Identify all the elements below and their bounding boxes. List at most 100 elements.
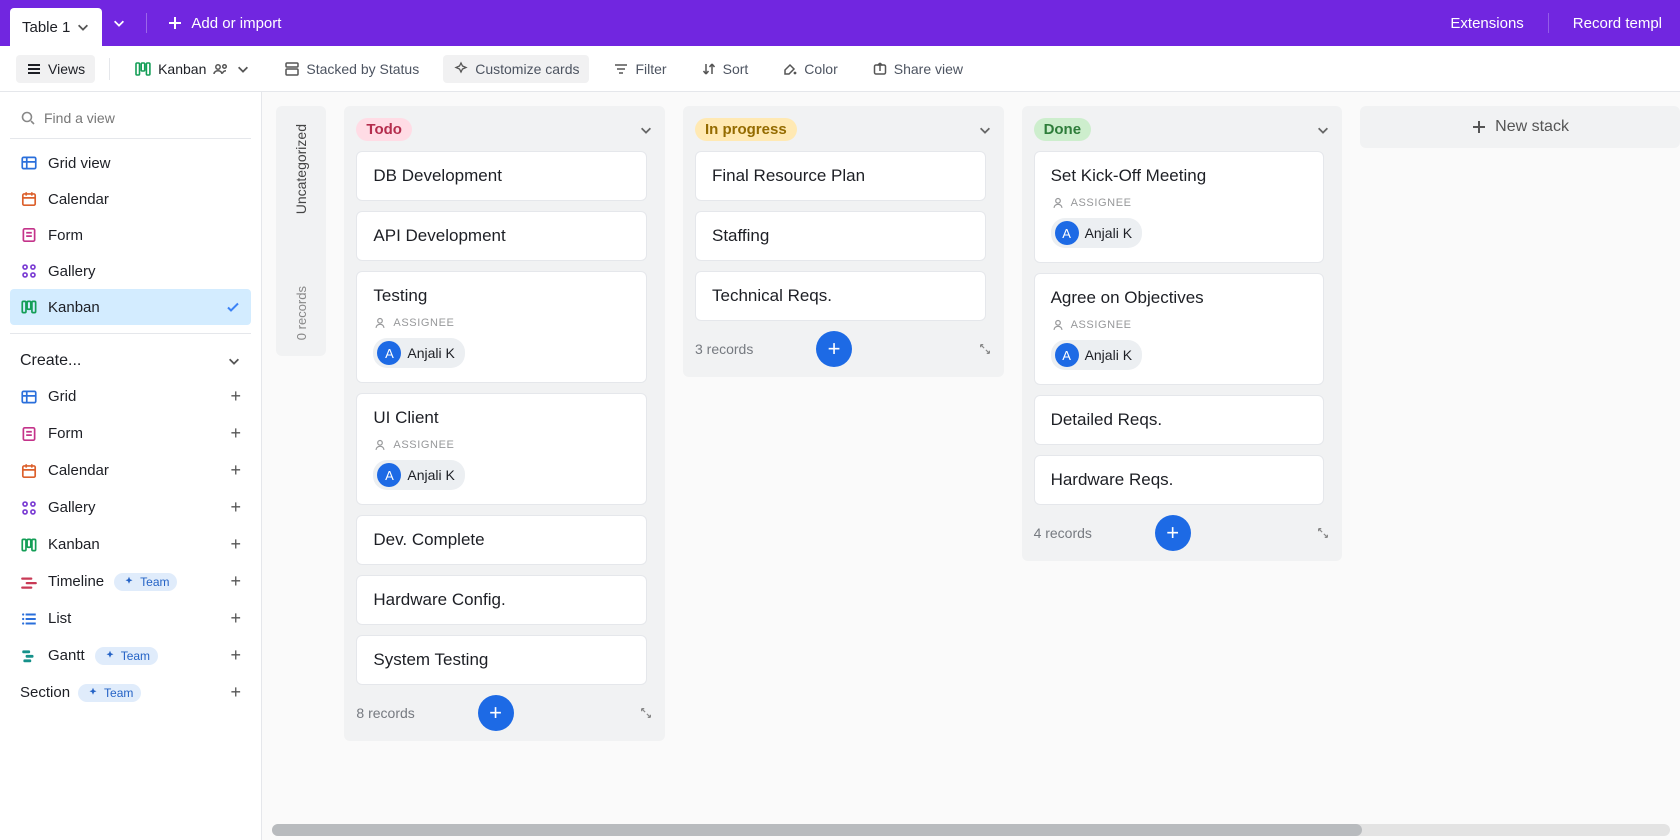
card[interactable]: Set Kick-Off MeetingASSIGNEE AAnjali K [1034,151,1325,263]
create-form[interactable]: Form+ [10,415,251,452]
people-icon [212,60,230,78]
filter-button[interactable]: Filter [603,55,676,83]
assignee-chip: A Anjali K [1051,218,1142,248]
status-pill: In progress [695,118,797,141]
create-timeline[interactable]: TimelineTeam+ [10,563,251,600]
chevron-down-icon [227,354,241,368]
create-calendar[interactable]: Calendar+ [10,452,251,489]
collapse-icon [639,706,653,720]
plus-icon [167,15,183,31]
record-count: 3 records [695,341,753,357]
card[interactable]: Technical Reqs. [695,271,986,321]
card[interactable]: Staffing [695,211,986,261]
uncategorized-column[interactable]: Uncategorized0 records [276,106,326,356]
status-pill: Todo [356,118,412,141]
share-view-button[interactable]: Share view [862,55,973,83]
sparkle-icon [103,649,117,663]
add-section-button[interactable]: + [230,682,241,703]
card-title: Dev. Complete [373,530,630,550]
create-section-toggle[interactable]: Create... [10,340,251,378]
extensions-button[interactable]: Extensions [1440,6,1533,40]
create-item-label: Kanban [48,536,100,553]
assignee-label: ASSIGNEE [1051,318,1308,332]
column-menu[interactable] [639,123,653,137]
stacked-by-button[interactable]: Stacked by Status [274,55,429,83]
current-view-button[interactable]: Kanban [124,54,260,84]
sort-button[interactable]: Sort [691,55,759,83]
sparkle-icon [86,686,100,700]
add-card-button[interactable]: + [478,695,514,731]
card[interactable]: Final Resource Plan [695,151,986,201]
card[interactable]: Hardware Reqs. [1034,455,1325,505]
board-area: Uncategorized0 records Todo DB Developme… [262,92,1680,840]
card[interactable]: UI ClientASSIGNEE AAnjali K [356,393,647,505]
collapse-column-button[interactable] [978,342,992,356]
create-gallery[interactable]: Gallery+ [10,489,251,526]
add-card-button[interactable]: + [816,331,852,367]
chevron-down-icon [978,123,992,137]
views-menu-button[interactable]: Views [16,55,95,83]
share-icon [872,61,888,77]
create-grid[interactable]: Grid+ [10,378,251,415]
collapse-column-button[interactable] [1316,526,1330,540]
grid-icon [20,388,38,406]
view-item-grid[interactable]: Grid view [10,145,251,181]
record-templates-button[interactable]: Record templ [1563,6,1672,40]
card[interactable]: TestingASSIGNEE AAnjali K [356,271,647,383]
chevron-down-icon [236,62,250,76]
add-card-button[interactable]: + [1155,515,1191,551]
create-gantt[interactable]: GanttTeam+ [10,637,251,674]
assignee-name: Anjali K [1085,225,1132,241]
avatar: A [377,463,401,487]
card-title: Detailed Reqs. [1051,410,1308,430]
create-item-label: Calendar [48,462,109,479]
collapse-column-button[interactable] [639,706,653,720]
collapse-icon [978,342,992,356]
separator [10,138,251,139]
list-icon [20,610,38,628]
create-kanban[interactable]: Kanban + [10,526,251,563]
view-item-gallery[interactable]: Gallery [10,253,251,289]
grid-icon [20,154,38,172]
horizontal-scrollbar[interactable] [272,824,1670,836]
uncategorized-label: Uncategorized [293,124,309,214]
assignee-label: ASSIGNEE [1051,196,1308,210]
assignee-label: ASSIGNEE [373,316,630,330]
view-item-kanban[interactable]: Kanban [10,289,251,325]
find-view-input[interactable]: Find a view [10,102,251,134]
plus-icon: + [230,534,241,555]
customize-cards-button[interactable]: Customize cards [443,55,589,83]
plus-icon: + [230,423,241,444]
column-menu[interactable] [978,123,992,137]
view-item-calendar[interactable]: Calendar [10,181,251,217]
view-item-label: Kanban [48,299,100,316]
create-list[interactable]: List+ [10,600,251,637]
color-button[interactable]: Color [772,55,847,83]
add-or-import-button[interactable]: Add or import [157,6,291,40]
card[interactable]: DB Development [356,151,647,201]
card[interactable]: Dev. Complete [356,515,647,565]
form-icon [20,425,38,443]
card[interactable]: Detailed Reqs. [1034,395,1325,445]
view-item-form[interactable]: Form [10,217,251,253]
avatar: A [1055,221,1079,245]
plus-icon: + [230,608,241,629]
filter-icon [613,61,629,77]
calendar-icon [20,462,38,480]
card-title: API Development [373,226,630,246]
separator [10,333,251,334]
card-title: Testing [373,286,630,306]
column-in-progress: In progress Final Resource Plan Staffing T… [683,106,1004,377]
top-bar: Table 1 Add or import Extensions Record … [0,0,1680,46]
new-stack-button[interactable]: New stack [1360,106,1680,148]
card[interactable]: System Testing [356,635,647,685]
avatar: A [377,341,401,365]
team-badge: Team [95,647,158,665]
card[interactable]: API Development [356,211,647,261]
card-title: System Testing [373,650,630,670]
column-menu[interactable] [1316,123,1330,137]
card[interactable]: Agree on ObjectivesASSIGNEE AAnjali K [1034,273,1325,385]
table-tab[interactable]: Table 1 [10,8,102,46]
table-tab-menu[interactable] [102,0,136,46]
card[interactable]: Hardware Config. [356,575,647,625]
